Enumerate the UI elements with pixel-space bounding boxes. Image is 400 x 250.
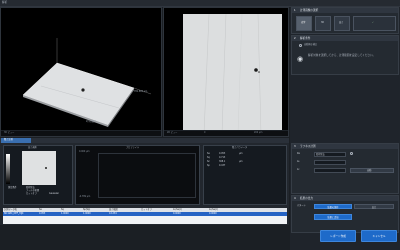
results-header-1: Sa (39, 207, 42, 211)
image-select-check: ✓ (372, 21, 374, 24)
section-2-header: 2 解析条件 (292, 36, 398, 41)
results-header-4: 高さ範囲 (109, 207, 118, 211)
axis-y-label: 2月の高さ (86, 120, 97, 123)
param-row-4-value: 0.437 (219, 164, 226, 167)
viewport-2d-footer-left: 2D ビュー (167, 131, 178, 134)
filter-conditions-label: 測定条件 (8, 186, 17, 189)
roughness-row-1-value: 形状除去 (316, 153, 325, 156)
height-image (183, 14, 282, 133)
tab-roughness-label: 粗さ計測 (4, 138, 13, 141)
roughness-row-3-label: λc (297, 168, 300, 171)
section-output: 4 結果の出力 パターン 結果の保存 出力 結果に追加 (291, 195, 399, 233)
section-measure-image: 1 計測画像の選択 光学 3D 高さ ✓ (291, 7, 399, 34)
side-panel: 1 計測画像の選択 光学 3D 高さ ✓ 2 解析条件 自動傾き補正 ◉ 解析対… (290, 7, 400, 250)
results-header-6: λc/λs(λ) (173, 207, 182, 211)
profile-title: プロファイル (126, 146, 140, 149)
roughness-auto-label: 自動 (367, 169, 372, 172)
roughness-row-3-field[interactable] (314, 168, 346, 173)
section-roughness: 3 ラフネス計測 Ra 形状除去 λs λc 自動 (291, 143, 399, 194)
results-header-2: Sq (61, 207, 64, 211)
param-row-4-name: Sp (207, 164, 210, 167)
section-1-number: 1 (294, 9, 296, 12)
viewport-3d-footer: 3D ビュー (1, 130, 161, 136)
image-height-label: 高さ (339, 21, 344, 24)
section-4-title: 結果の出力 (300, 197, 313, 200)
section-2-title: 解析条件 (300, 37, 311, 40)
output-export-button[interactable]: 出力 (354, 204, 394, 209)
filter-value: Gaussian (49, 192, 60, 195)
params-panel: 粗さパラメータ Sa 0.053 µm Sq 0.713 Sz 308.1 µm… (203, 145, 287, 205)
profile-panel: プロファイル 0.000 µm -0.789 µm (75, 145, 200, 205)
params-title: 粗さパラメータ (232, 146, 248, 149)
2d-height-image (183, 13, 282, 133)
report-button[interactable]: レポート作成 (320, 230, 356, 242)
image-3d-button[interactable]: 3D (315, 16, 331, 31)
image-optical-button[interactable]: 光学 (296, 16, 312, 31)
axis-x-label: 781.802 µm (134, 90, 148, 93)
section-analysis-conditions: 2 解析条件 自動傾き補正 ◉ 解析対象を選択してから、計測範囲を設定してくださ… (291, 35, 399, 75)
mini-image-panel: 高さ画像 測定条件 形状除去 フィルタ処理 カットオフ Gaussian (3, 145, 73, 205)
profile-bottom-value: -0.789 µm (79, 195, 91, 198)
param-row-3-unit: µm (239, 160, 243, 163)
section-3-title: ラフネス計測 (300, 145, 316, 148)
roughness-row-2-label: λs (297, 160, 300, 163)
results-table: 計測データ名 Sa Sq Sp(Sp) 高さ範囲 カットオフ λc/λs(λ) … (3, 208, 287, 224)
profile-top-value: 0.000 µm (79, 150, 90, 153)
profile-plot-area (98, 153, 196, 198)
results-row-cell-6: 0.0000 (173, 211, 181, 215)
results-row-cell-7: 0.0000 (209, 211, 217, 215)
auto-tilt-radio[interactable] (299, 44, 302, 47)
roughness-row-1-field[interactable]: 形状除去 (314, 152, 346, 157)
auto-tilt-label: 自動傾き補正 (304, 43, 318, 46)
mini-image-title: 高さ画像 (28, 146, 37, 149)
image-select-dropdown[interactable]: ✓ (353, 16, 396, 31)
mini-height-image (22, 151, 56, 185)
cancel-button[interactable]: キャンセル (361, 230, 397, 242)
image-height-button[interactable]: 高さ (334, 16, 350, 31)
analysis-area: 高さ画像 測定条件 形状除去 フィルタ処理 カットオフ Gaussian プロフ… (0, 143, 289, 225)
results-row-cell-2: 1.0000 (61, 211, 69, 215)
roughness-option-radio[interactable] (350, 152, 353, 155)
output-pattern-label: パターン (297, 204, 306, 207)
3d-surface-plot (22, 38, 152, 127)
lightbulb-icon: ◉ (297, 55, 304, 63)
surface-defect-spot (81, 88, 85, 92)
viewport-3d-footer-text: 3D ビュー (4, 131, 15, 134)
viewport-2d-footer: 2D ビュー 0 200 µm (164, 130, 288, 136)
section-1-header: 1 計測画像の選択 (292, 8, 398, 13)
image-optical-label: 光学 (301, 21, 306, 24)
section-1-title: 計測画像の選択 (300, 9, 319, 12)
param-row-1-unit: µm (239, 152, 243, 155)
results-row-cell-4: 0.1234 (109, 211, 117, 215)
viewport-3d[interactable]: 781.802 µm 2月の高さ 3D ビュー (0, 7, 162, 137)
section-4-number: 4 (294, 197, 296, 200)
image-3d-label: 3D (321, 21, 325, 24)
results-header-7: λc/λs(λ) (209, 207, 218, 211)
results-header-3: Sp(Sp) (83, 207, 91, 211)
section-3-number: 3 (294, 145, 296, 148)
add-to-results-button[interactable]: 結果に追加 (314, 214, 352, 220)
viewport-2d-footer-right: 200 µm (254, 131, 263, 134)
colorbar (6, 154, 10, 184)
roughness-row-1-label: Ra (297, 152, 300, 155)
image-defect-spot (254, 68, 258, 72)
section-4-header: 4 結果の出力 (292, 196, 398, 201)
table-row[interactable]: NO ABC_DEF_HIJK 0.053 1.0000 1.0000 0.12… (3, 212, 287, 216)
section-3-header: 3 ラフネス計測 (292, 144, 398, 149)
roughness-auto-button[interactable]: 自動 (350, 168, 394, 173)
filter-line-3: カットオフ (26, 192, 37, 195)
results-row-cell-1: 0.053 (39, 211, 46, 215)
section-2-number: 2 (294, 37, 296, 40)
viewport-2d-footer-mid: 0 (204, 131, 206, 134)
results-header-0: 計測データ名 (4, 207, 18, 211)
results-header-5: カットオフ (141, 207, 152, 211)
section-2-hint: 解析対象を選択してから、計測範囲を設定してください。 (308, 54, 376, 57)
roughness-row-2-field[interactable] (314, 160, 346, 165)
window-title: 解析 (2, 1, 8, 5)
output-save-button[interactable]: 結果の保存 (314, 204, 352, 209)
results-row-cell-3: 1.0000 (83, 211, 91, 215)
viewport-2d[interactable]: 2D ビュー 0 200 µm (163, 7, 289, 137)
results-row-cell-0: NO ABC_DEF_HIJK (4, 211, 24, 215)
title-bar: 解析 (0, 0, 400, 7)
